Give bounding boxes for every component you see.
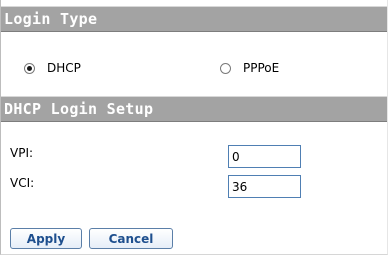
pppoe-radio-label: PPPoE xyxy=(243,61,280,75)
vci-input[interactable] xyxy=(228,175,301,198)
vpi-label: VPI: xyxy=(10,146,34,160)
login-type-header: Login Type xyxy=(1,6,387,32)
radio-option-pppoe[interactable]: PPPoE xyxy=(220,59,279,77)
dhcp-login-setup-header: DHCP Login Setup xyxy=(1,96,387,122)
dhcp-radio[interactable] xyxy=(24,62,35,74)
dhcp-radio-label: DHCP xyxy=(47,61,81,75)
cancel-button[interactable]: Cancel xyxy=(89,228,173,249)
radio-option-dhcp[interactable]: DHCP xyxy=(24,59,81,77)
login-settings-panel: Login Type DHCP PPPoE DHCP Login Setup V… xyxy=(0,0,388,255)
apply-button[interactable]: Apply xyxy=(10,228,82,249)
vpi-input[interactable] xyxy=(228,145,301,168)
login-type-title: Login Type xyxy=(4,10,98,28)
pppoe-radio[interactable] xyxy=(220,62,231,74)
vci-label: VCI: xyxy=(10,176,35,190)
dhcp-login-setup-title: DHCP Login Setup xyxy=(4,100,154,118)
